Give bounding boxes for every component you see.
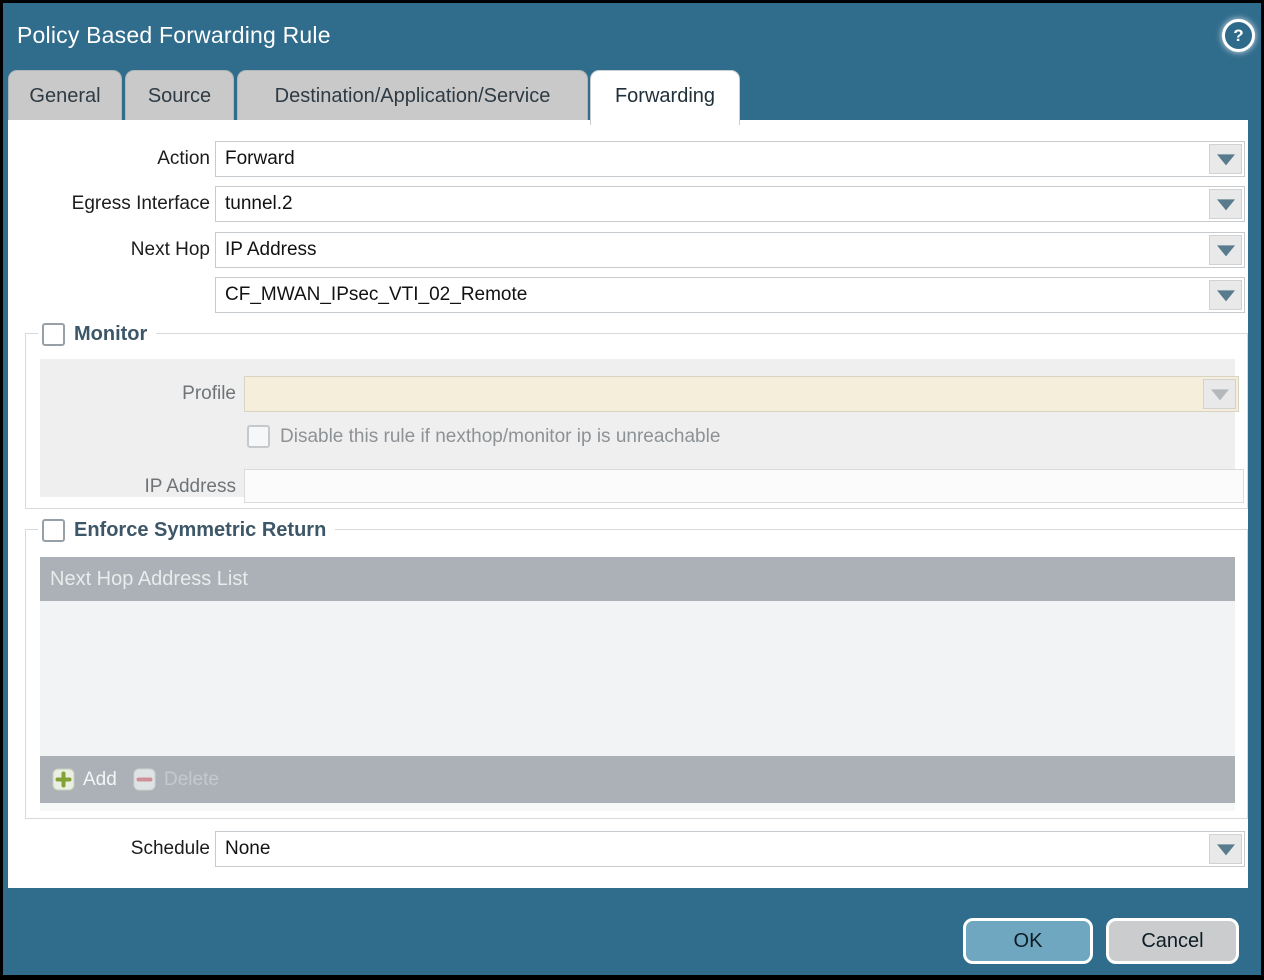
next-hop-address-dropdown[interactable]: CF_MWAN_IPsec_VTI_02_Remote (215, 277, 1245, 313)
delete-button[interactable]: Delete (133, 756, 219, 803)
schedule-dropdown-button[interactable] (1209, 834, 1242, 864)
next-hop-dropdown-button[interactable] (1209, 235, 1242, 265)
plus-icon (52, 768, 75, 791)
add-button-label: Add (83, 769, 117, 791)
egress-interface-value: tunnel.2 (225, 187, 1204, 221)
disable-rule-label: Disable this rule if nexthop/monitor ip … (280, 424, 720, 449)
next-hop-address-list-body[interactable] (40, 601, 1235, 756)
chevron-down-icon (1217, 290, 1235, 301)
chevron-down-icon (1217, 199, 1235, 210)
action-dropdown[interactable]: Forward (215, 141, 1245, 177)
next-hop-address-list-header: Next Hop Address List (40, 557, 1235, 601)
next-hop-type-dropdown[interactable]: IP Address (215, 232, 1245, 268)
next-hop-address-list-header-label: Next Hop Address List (50, 557, 248, 601)
action-value: Forward (225, 142, 1204, 176)
chevron-down-icon (1217, 844, 1235, 855)
disable-rule-checkbox[interactable] (247, 425, 270, 448)
profile-dropdown[interactable] (244, 376, 1239, 412)
monitor-fieldset: Monitor Profile Disable this rule if nex… (25, 333, 1248, 509)
help-icon[interactable]: ? (1222, 19, 1255, 52)
enforce-symmetric-return-legend: Enforce Symmetric Return (38, 516, 335, 544)
ok-button[interactable]: OK (963, 918, 1093, 964)
enforce-symmetric-return-label: Enforce Symmetric Return (74, 519, 326, 542)
screen: Policy Based Forwarding Rule ? General S… (0, 0, 1264, 980)
schedule-dropdown[interactable]: None (215, 831, 1245, 867)
dialog-title: Policy Based Forwarding Rule (17, 22, 331, 49)
minus-icon (133, 768, 156, 791)
enforce-symmetric-return-fieldset: Enforce Symmetric Return Next Hop Addres… (25, 529, 1248, 819)
egress-interface-label: Egress Interface (10, 186, 210, 222)
chevron-down-icon (1217, 245, 1235, 256)
pbf-rule-dialog: Policy Based Forwarding Rule ? General S… (3, 3, 1261, 975)
action-label: Action (10, 141, 210, 177)
schedule-value: None (225, 832, 1204, 866)
delete-button-label: Delete (164, 769, 219, 791)
tab-forwarding[interactable]: Forwarding (590, 70, 740, 125)
egress-interface-dropdown[interactable]: tunnel.2 (215, 186, 1245, 222)
table-bottom-strip (40, 803, 1235, 811)
cancel-button[interactable]: Cancel (1106, 918, 1239, 964)
add-button[interactable]: Add (52, 756, 117, 803)
action-dropdown-button[interactable] (1209, 144, 1242, 174)
profile-label: Profile (60, 376, 236, 411)
next-hop-address-value: CF_MWAN_IPsec_VTI_02_Remote (225, 278, 1204, 312)
next-hop-label: Next Hop (10, 232, 210, 268)
chevron-down-icon (1211, 389, 1229, 400)
tab-general[interactable]: General (8, 70, 122, 121)
tab-destination-application-service[interactable]: Destination/Application/Service (237, 70, 588, 121)
next-hop-address-list-toolbar: Add Delete (40, 756, 1235, 803)
next-hop-type-value: IP Address (225, 233, 1204, 267)
tab-source[interactable]: Source (125, 70, 234, 121)
enforce-symmetric-return-checkbox[interactable] (42, 519, 65, 542)
next-hop-address-dropdown-button[interactable] (1209, 280, 1242, 310)
schedule-label: Schedule (10, 831, 210, 867)
monitor-legend: Monitor (38, 320, 156, 348)
forwarding-tab-panel: Action Forward Egress Interface tunnel.2… (8, 120, 1248, 888)
monitor-ip-address-label: IP Address (60, 469, 236, 504)
monitor-ip-address-input[interactable] (244, 469, 1244, 503)
monitor-legend-label: Monitor (74, 323, 147, 346)
profile-dropdown-button[interactable] (1203, 379, 1236, 409)
monitor-checkbox[interactable] (42, 323, 65, 346)
chevron-down-icon (1217, 154, 1235, 165)
egress-dropdown-button[interactable] (1209, 189, 1242, 219)
monitor-panel: Profile Disable this rule if nexthop/mon… (40, 359, 1235, 497)
